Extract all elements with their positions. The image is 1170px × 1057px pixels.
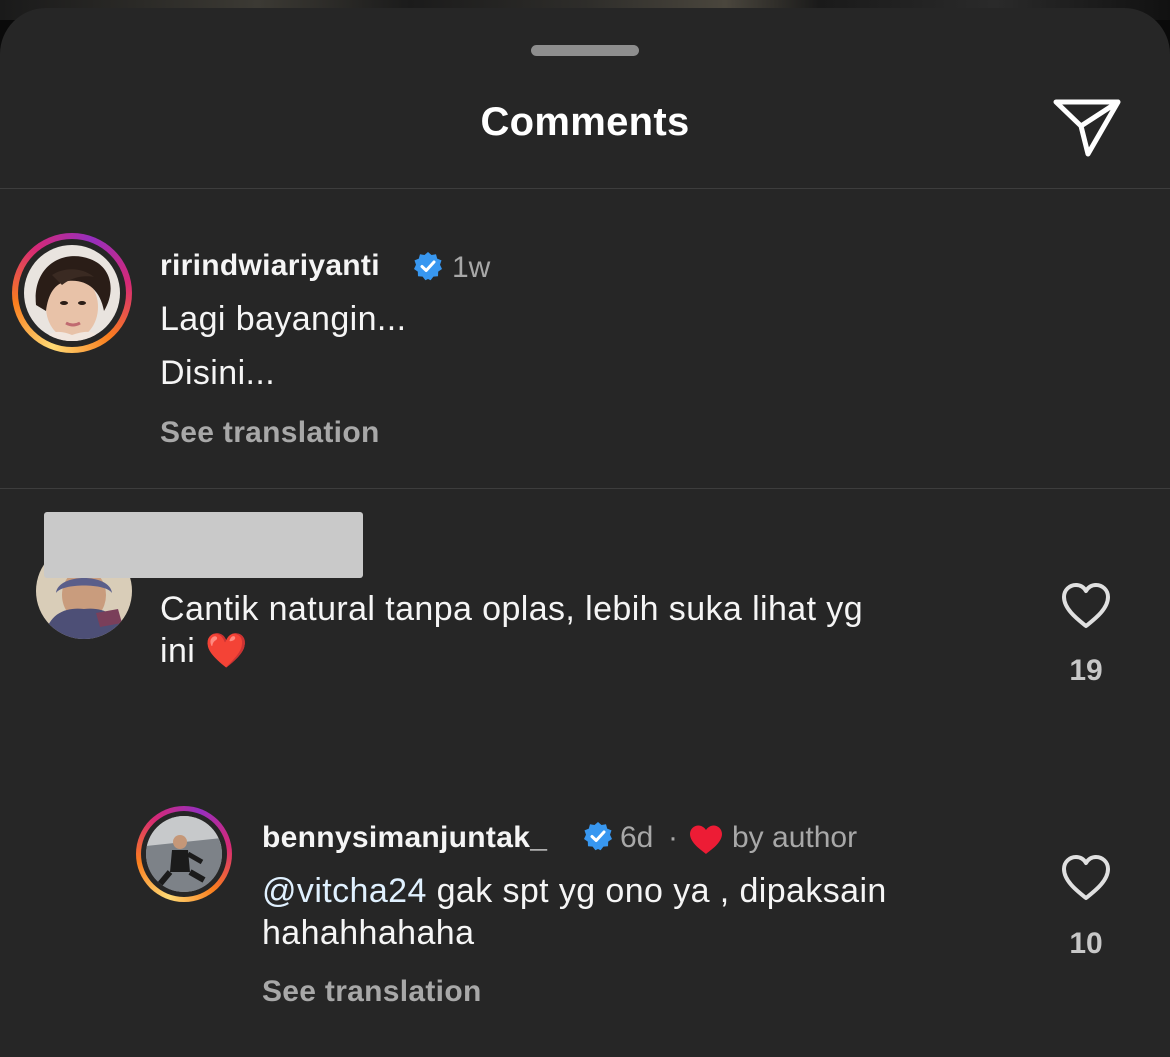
see-translation-link[interactable]: See translation [262,975,482,1009]
paper-plane-icon [1053,99,1121,157]
like-button[interactable] [1058,578,1114,634]
page-title: Comments [480,100,690,144]
like-button[interactable] [1058,850,1114,906]
comment-text-line: Cantik natural tanpa oplas, lebih suka l… [160,590,863,628]
comment-timestamp: 6d [620,821,654,854]
comment-text-line: hahahhahaha [262,914,475,952]
verified-badge-icon [414,252,442,281]
caption-divider [0,488,1170,489]
header-divider [0,188,1170,189]
liked-by-author-label: by author [732,821,858,854]
verified-badge-icon [584,822,612,851]
share-button[interactable] [1050,90,1124,164]
comment-username[interactable]: bennysimanjuntak_ [262,821,547,855]
sheet-grabber-handle[interactable] [531,45,639,56]
like-count: 19 [1069,654,1103,687]
author-liked-heart-icon [690,825,722,854]
comments-sheet: Comments ririndwiariyanti 1w Lagi bayang… [0,8,1170,1057]
heart-outline-icon [1062,855,1110,900]
meta-separator: · [668,821,678,854]
mention-link[interactable]: @vitcha24 [262,872,427,910]
redacted-username [44,512,363,578]
comment-text-line: Disini... [160,354,276,392]
comment-timestamp: 1w [452,251,491,284]
like-count: 10 [1069,927,1103,960]
avatar[interactable] [146,816,222,892]
heart-outline-icon [1062,583,1110,628]
comment-username[interactable]: ririndwiariyanti [160,249,380,283]
comment-text-line: Lagi bayangin... [160,300,407,338]
heart-emoji: ❤️ [205,632,248,670]
see-translation-link[interactable]: See translation [160,416,380,450]
comment-text-line: @vitcha24 gak spt yg ono ya , dipaksain [262,872,887,910]
avatar[interactable] [24,245,120,341]
comment-text-line: ini ❤️ [160,632,248,670]
